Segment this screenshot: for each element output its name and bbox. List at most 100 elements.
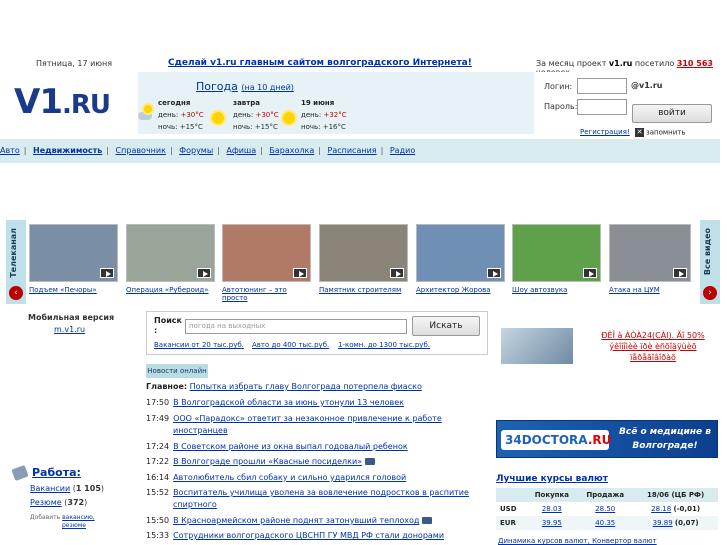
mobile-version-link[interactable]: m.v1.ru: [54, 325, 85, 334]
news-item: 17:50 В Волгоградской области за июнь уто…: [146, 398, 404, 407]
video-caption[interactable]: Атака на ЦУМ: [609, 286, 691, 294]
table-row: EUR 39.95 40.35 39.89 (0,07): [496, 516, 718, 530]
news-link[interactable]: В Волгоградской области за июнь утонули …: [173, 398, 404, 407]
video-thumb[interactable]: [319, 224, 408, 282]
nav-directory[interactable]: Справочник: [116, 146, 166, 155]
sun-icon: [144, 105, 152, 113]
news-item: 15:33 Сотрудники волгоградского ЦВСНП ГУ …: [146, 531, 445, 540]
news-link-cont[interactable]: иностранцев: [173, 426, 228, 435]
partly-cloudy-icon: [138, 112, 152, 120]
video-thumb[interactable]: [512, 224, 601, 282]
login-label: Логин:: [544, 82, 573, 91]
mobile-version-label: Мобильная версия: [28, 313, 115, 322]
search-label: Поиск :: [154, 316, 182, 335]
nav-flea-market[interactable]: Барахолка: [269, 146, 314, 155]
news-item: 17:24 В Советском районе из окна выпал го…: [146, 442, 408, 451]
add-vacancy-link[interactable]: вакансию,: [62, 514, 95, 521]
video-caption[interactable]: Архитектор Жорова: [416, 286, 508, 294]
video-caption[interactable]: Памятник строителям: [319, 286, 411, 294]
video-thumb[interactable]: [222, 224, 311, 282]
login-button[interactable]: войти: [632, 104, 712, 123]
news-link[interactable]: Сотрудники волгоградского ЦВСНП ГУ МВД Р…: [173, 531, 444, 540]
password-input[interactable]: [577, 99, 627, 115]
play-icon: [293, 268, 307, 278]
ad-banner[interactable]: ÐÈÎ à ÀÒÀ24(CÀl). Ãî 50% ýêîíîìèè ïðè èñ…: [498, 326, 718, 366]
register-link[interactable]: Регистрация!: [580, 128, 630, 136]
remember-checkbox[interactable]: ✕ запомнить: [635, 128, 685, 137]
stats-count[interactable]: 310 563: [677, 59, 713, 68]
news-item: 15:50 В Красноармейском районе поднят зат…: [146, 516, 433, 525]
news-link[interactable]: Воспитатель училища уволена за вовлечени…: [173, 488, 469, 497]
video-thumb[interactable]: [609, 224, 691, 282]
table-row: USD 28.03 28.50 28.18 (-0,01): [500, 505, 701, 513]
site-logo[interactable]: V1.RU: [14, 82, 111, 122]
nav-radio[interactable]: Радио: [390, 146, 415, 155]
video-caption[interactable]: Подъем «Печоры»: [29, 286, 121, 294]
news-link[interactable]: ООО «Парадокс» ответит за незаконное при…: [173, 414, 442, 423]
weather-title: Погода (на 10 дней): [196, 80, 294, 93]
camera-icon: [365, 458, 376, 465]
cb-header[interactable]: 18/06 (ЦБ РФ): [633, 488, 718, 502]
search-panel: Поиск : погода на выходных Искать Ваканс…: [146, 311, 488, 355]
sun-icon: [212, 112, 224, 124]
weather-10days-link[interactable]: (на 10 дней): [241, 83, 294, 92]
search-hint-vacancies[interactable]: Вакансии от 20 тыс.руб.: [154, 341, 244, 349]
news-online-tab[interactable]: Новости онлайн: [146, 364, 208, 378]
doctor-banner[interactable]: 34DOCTORA.RU Всё о медицине в Волгограде…: [496, 420, 718, 458]
sun-icon: [283, 112, 295, 124]
resume-link[interactable]: Резюме: [30, 498, 62, 507]
news-item: 17:22 В Волгограде прошли «Квасные посиде…: [146, 457, 376, 466]
arrow-right-icon[interactable]: ›: [703, 286, 717, 300]
video-thumb[interactable]: [416, 224, 505, 282]
login-domain: @v1.ru: [631, 81, 663, 90]
video-thumb[interactable]: [126, 224, 215, 282]
search-hint-auto[interactable]: Авто до 400 тыс.руб.: [252, 341, 329, 349]
nav-forums[interactable]: Форумы: [179, 146, 213, 155]
video-caption[interactable]: Шоу автозвука: [512, 286, 604, 294]
current-date: Пятница, 17 июня: [36, 59, 113, 68]
search-button[interactable]: Искать: [412, 316, 480, 336]
nav-auto[interactable]: Авто: [0, 146, 20, 155]
tv-channel-tab[interactable]: Телеканал ‹: [6, 220, 26, 304]
rates-links[interactable]: Динамика курсов валют, Конвертор валют: [498, 537, 657, 545]
search-hint-flat[interactable]: 1-комн. до 1300 тыс.руб.: [338, 341, 430, 349]
search-input[interactable]: погода на выходных: [185, 319, 407, 334]
video-caption[interactable]: Операция «Рубероид»: [126, 286, 218, 294]
weather-day-19june: 19 июня день: +32°C ночь: +16°C: [301, 99, 347, 131]
ad-image[interactable]: [501, 328, 573, 364]
news-link[interactable]: Автолюбитель сбил собаку и сильно ударил…: [173, 473, 406, 482]
weather-widget: Погода (на 10 дней) сегодня день: +30°C …: [138, 72, 534, 134]
stats-site: v1.ru: [608, 59, 633, 68]
slogan-link[interactable]: Сделай v1.ru главным сайтом волгоградско…: [168, 58, 472, 68]
video-thumb[interactable]: [29, 224, 118, 282]
main-nav: Авто | Недвижимость | Справочник | Форумы | …: [0, 139, 720, 163]
main-headline-link[interactable]: Попытка избрать главу Волгограда потерпе…: [190, 382, 422, 391]
news-link[interactable]: В Волгограде прошли «Квасные посиделки»: [173, 457, 362, 466]
jobs-title[interactable]: Работа:: [14, 466, 81, 479]
rates-title[interactable]: Лучшие курсы валют: [496, 474, 608, 484]
checkbox-icon[interactable]: ✕: [635, 128, 644, 137]
play-icon: [673, 268, 687, 278]
table-header: Покупка Продажа 18/06 (ЦБ РФ): [496, 488, 718, 502]
video-strip: Телеканал ‹ Все видео › Подъем «Печоры» …: [6, 220, 720, 304]
nav-realty[interactable]: Недвижимость: [33, 146, 102, 155]
add-resume-link[interactable]: резюме: [62, 522, 86, 529]
jobs-vacancies: Вакансии (1 105): [30, 484, 105, 493]
news-link[interactable]: В Советском районе из окна выпал годовал…: [173, 442, 408, 451]
jobs-resume: Резюме (372): [30, 498, 88, 507]
play-icon: [197, 268, 211, 278]
login-input[interactable]: [577, 78, 627, 94]
header: V1.RU Погода (на 10 дней) сегодня день: …: [0, 72, 727, 137]
vacancies-link[interactable]: Вакансии: [30, 484, 70, 493]
play-icon: [487, 268, 501, 278]
news-link-cont[interactable]: спиртного: [173, 500, 217, 509]
news-link[interactable]: В Красноармейском районе поднят затонувш…: [173, 516, 419, 525]
all-videos-tab[interactable]: Все видео ›: [700, 220, 720, 304]
arrow-left-icon[interactable]: ‹: [9, 286, 23, 300]
news-item: 16:14 Автолюбитель сбил собаку и сильно у…: [146, 473, 407, 482]
nav-schedules[interactable]: Расписания: [328, 146, 377, 155]
video-caption[interactable]: Автотюнинг – это просто: [222, 286, 294, 302]
weather-link[interactable]: Погода: [196, 80, 238, 93]
ad-text-link[interactable]: ÐÈÎ à ÀÒÀ24(CÀl). Ãî 50% ýêîíîìèè ïðè èñ…: [588, 330, 718, 363]
nav-afisha[interactable]: Афиша: [226, 146, 256, 155]
